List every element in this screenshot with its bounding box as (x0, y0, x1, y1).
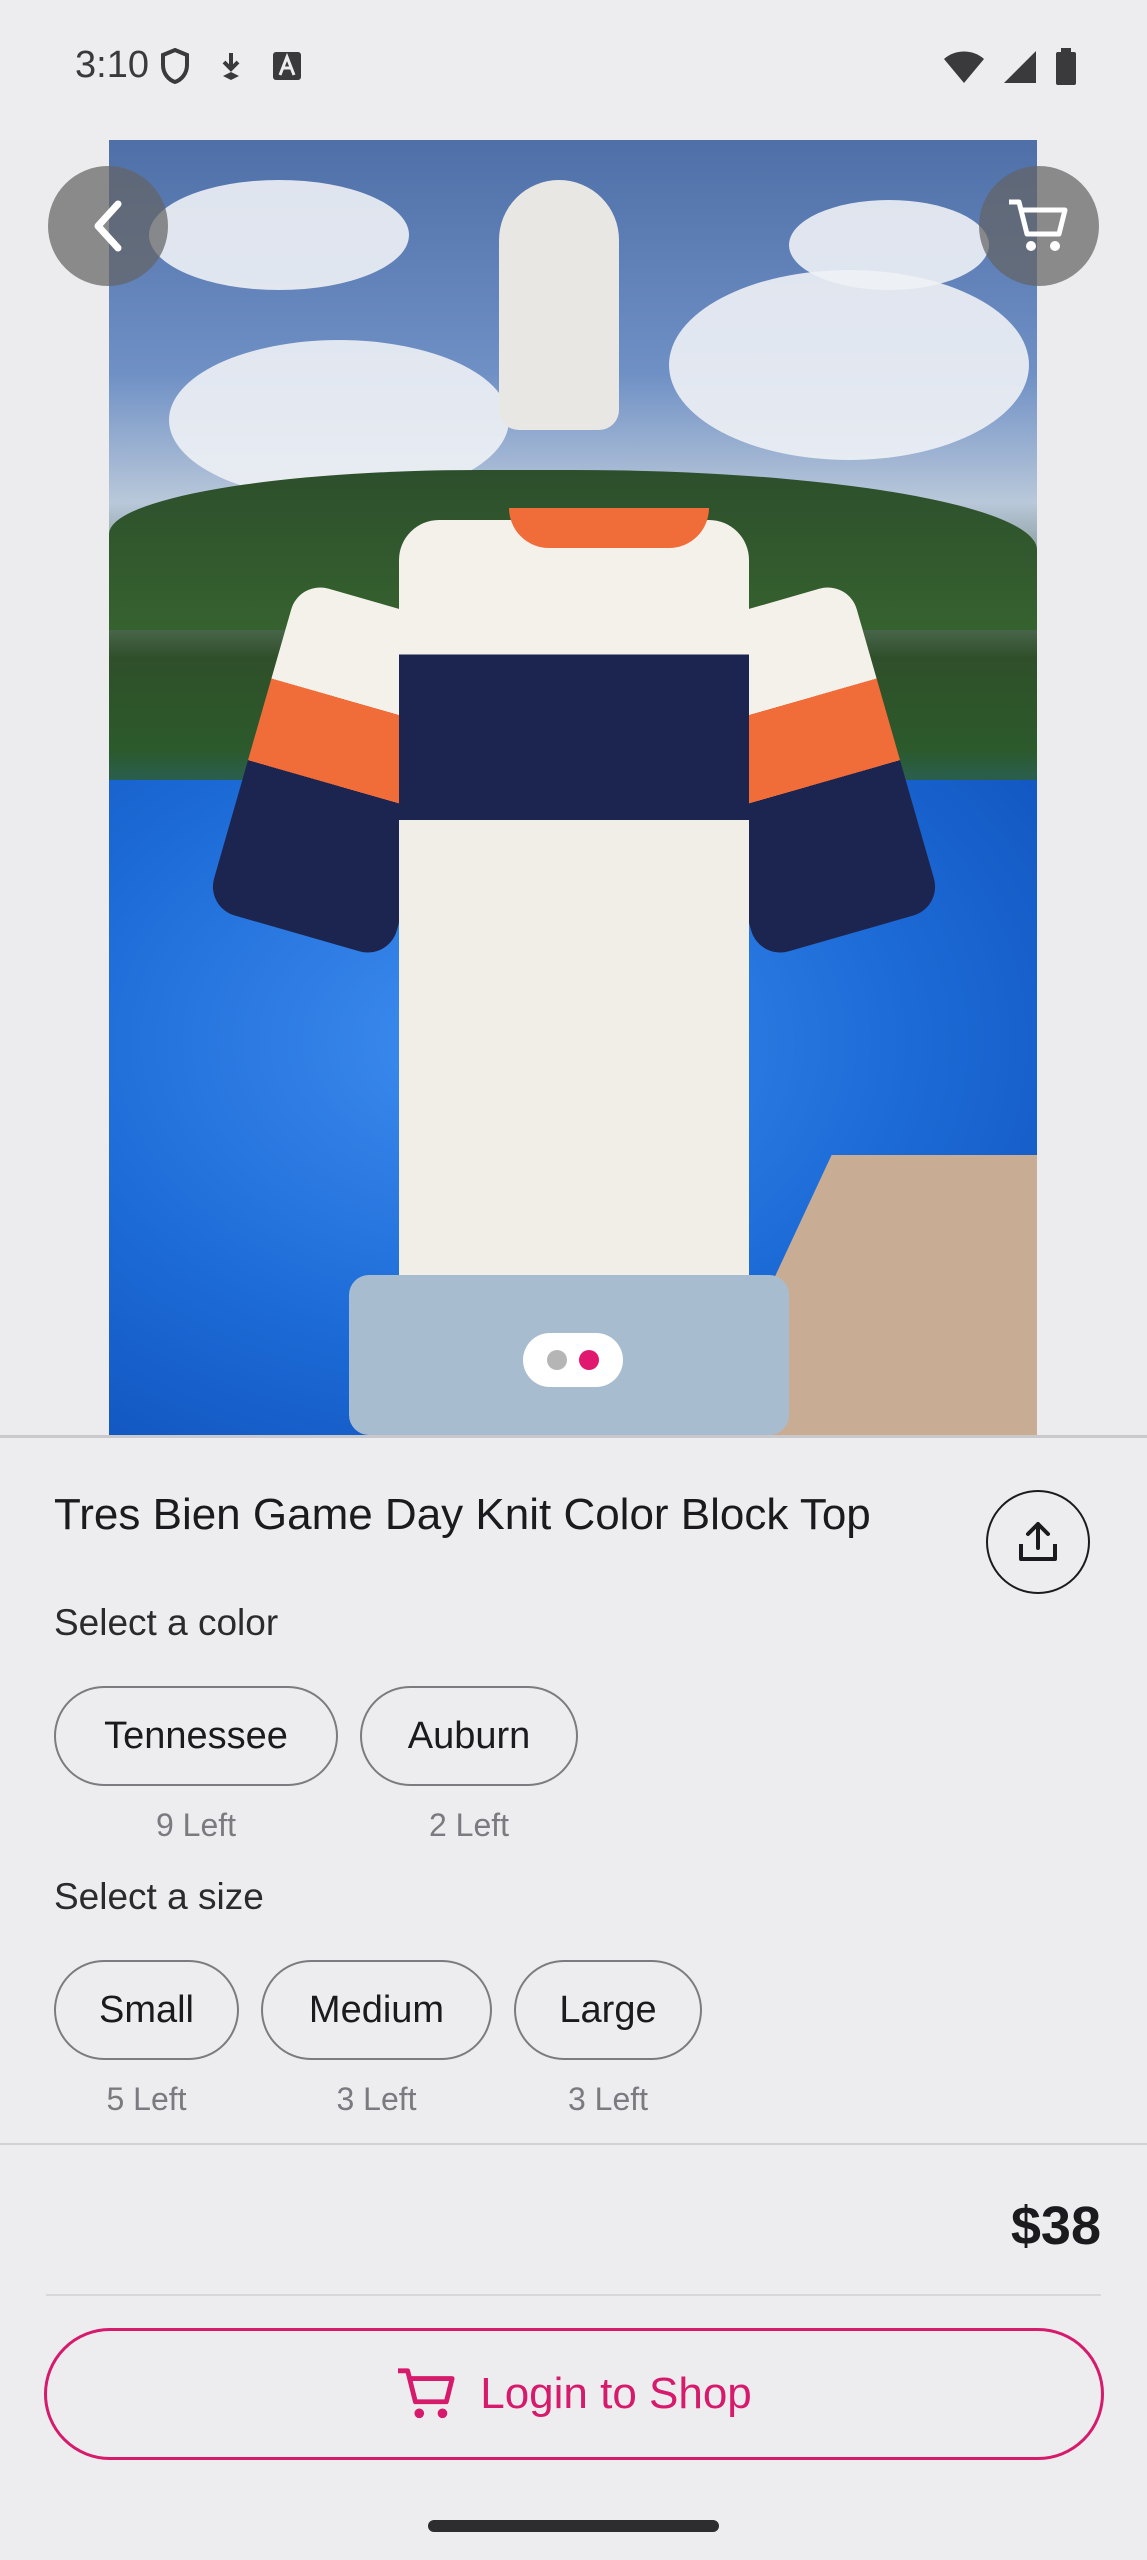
battery-icon (1056, 48, 1076, 85)
size-option-label: Large (559, 1988, 657, 2031)
color-option-count: 2 Left (428, 1807, 510, 1843)
chevron-left-icon (94, 200, 122, 252)
cart-icon (1009, 199, 1068, 251)
product-photo[interactable] (109, 140, 1037, 1435)
divider (0, 1435, 1147, 1438)
shield-icon (161, 48, 189, 84)
size-option-count: 3 Left (336, 2081, 417, 2117)
size-option-label: Medium (308, 1988, 445, 2031)
product-gallery[interactable] (0, 140, 1147, 1435)
size-section-label: Select a size (54, 1876, 264, 1917)
color-option-tennessee[interactable]: Tennessee (54, 1686, 338, 1786)
login-to-shop-button[interactable]: Login to Shop (44, 2328, 1104, 2460)
color-section-label: Select a color (54, 1602, 279, 1643)
gallery-dot-1[interactable] (547, 1350, 567, 1370)
gallery-page-indicator (523, 1333, 623, 1387)
status-time: 3:10 (75, 44, 149, 86)
gallery-dot-2[interactable] (579, 1350, 599, 1370)
share-button[interactable] (986, 1490, 1090, 1594)
color-option-count: 9 Left (155, 1807, 237, 1843)
status-bar: 3:10 (0, 0, 1147, 140)
font-icon (273, 52, 301, 80)
cart-icon (398, 2368, 455, 2419)
back-button[interactable] (48, 166, 168, 286)
cart-button[interactable] (979, 166, 1099, 286)
status-left-icons (160, 48, 302, 84)
status-right-icons (943, 48, 1077, 86)
download-icon (222, 53, 240, 80)
color-option-label: Tennessee (104, 1714, 288, 1757)
size-option-large[interactable]: Large (514, 1960, 702, 2060)
home-indicator[interactable] (428, 2520, 719, 2532)
wifi-icon (944, 51, 984, 83)
share-icon (1019, 1522, 1057, 1561)
product-price: $38 (1010, 2196, 1101, 2256)
size-option-medium[interactable]: Medium (261, 1960, 492, 2060)
color-option-label: Auburn (407, 1714, 531, 1757)
divider (0, 2143, 1147, 2145)
size-option-label: Small (98, 1988, 195, 2031)
signal-icon (1004, 51, 1036, 83)
size-option-small[interactable]: Small (54, 1960, 239, 2060)
size-option-count: 5 Left (106, 2081, 187, 2117)
divider (46, 2294, 1101, 2296)
login-to-shop-label: Login to Shop (480, 2369, 752, 2418)
size-option-count: 3 Left (567, 2081, 649, 2117)
product-title: Tres Bien Game Day Knit Color Block Top (54, 1490, 871, 1539)
color-option-auburn[interactable]: Auburn (360, 1686, 578, 1786)
